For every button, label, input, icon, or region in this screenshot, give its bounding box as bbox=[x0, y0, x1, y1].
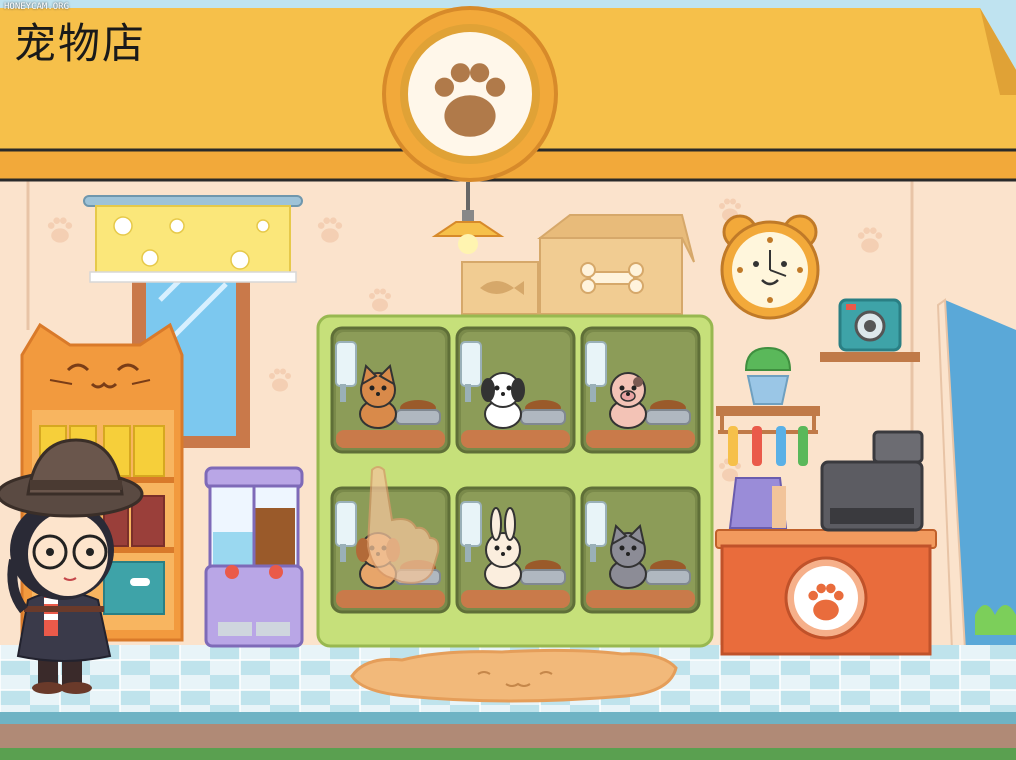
pet-shop-scene bbox=[0, 0, 1016, 760]
pet-cage[interactable] bbox=[455, 486, 576, 614]
dalmatian-dog-icon[interactable] bbox=[481, 372, 525, 429]
pet-cage[interactable] bbox=[580, 486, 701, 614]
bear-clock-icon[interactable] bbox=[720, 214, 820, 320]
shopping-bag[interactable] bbox=[728, 477, 788, 529]
cactus-plant bbox=[744, 346, 792, 405]
shiba-dog-icon[interactable] bbox=[359, 364, 397, 429]
pet-cage[interactable] bbox=[330, 326, 451, 454]
checkout-counter[interactable] bbox=[715, 529, 937, 656]
grey-cat-icon[interactable] bbox=[609, 524, 647, 589]
roof-paw-sign bbox=[382, 6, 558, 182]
food-dispenser[interactable] bbox=[204, 466, 304, 648]
pet-cage[interactable] bbox=[580, 326, 701, 454]
game-stage: HONEYCAM.ORG 宠物店 bbox=[0, 0, 1016, 760]
spotted-pig-icon[interactable] bbox=[609, 372, 647, 429]
page-title: 宠物店 bbox=[14, 19, 147, 68]
pet-cage[interactable] bbox=[455, 326, 576, 454]
window-blind[interactable] bbox=[83, 195, 303, 283]
